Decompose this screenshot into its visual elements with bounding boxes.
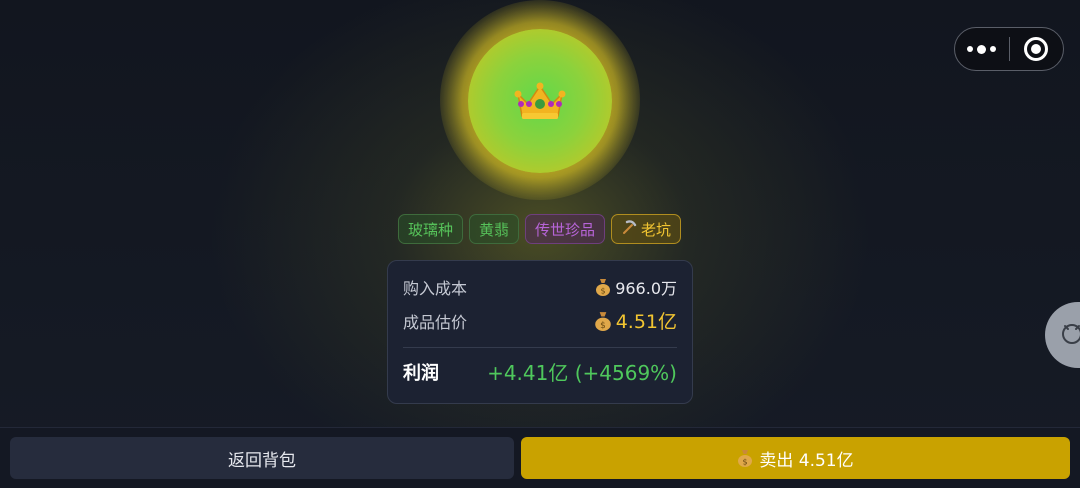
dot-icon xyxy=(977,44,987,54)
tag-rarity: 传世珍品 xyxy=(525,214,606,244)
svg-text:$: $ xyxy=(743,458,748,467)
money-bag-icon: $ xyxy=(594,311,612,331)
dot-icon xyxy=(967,46,974,52)
profit-value: +4.41亿 (+4569%) xyxy=(487,361,677,385)
tag-label: 玻璃种 xyxy=(408,220,454,239)
tag-origin: 老坑 xyxy=(611,214,682,244)
crown-icon xyxy=(514,80,566,122)
item-tags: 玻璃种 黄翡 传世珍品 老坑 xyxy=(398,214,682,244)
cost-value: 966.0万 xyxy=(615,279,677,298)
estimate-row: 成品估价 $ 4.51亿 xyxy=(403,307,677,334)
profit-label: 利润 xyxy=(403,362,439,384)
tag-label: 传世珍品 xyxy=(535,220,596,239)
estimate-value-group: $ 4.51亿 xyxy=(594,307,677,334)
profit-row: 利润 +4.41亿 (+4569%) xyxy=(403,357,677,386)
more-options-button[interactable] xyxy=(955,28,1009,70)
sell-button[interactable]: $ 卖出 4.51亿 xyxy=(521,437,1070,479)
money-bag-icon: $ xyxy=(737,449,753,467)
estimate-label: 成品估价 xyxy=(403,312,468,332)
money-bag-icon: $ xyxy=(595,278,611,296)
tag-label: 老坑 xyxy=(641,220,672,239)
assistant-icon xyxy=(1059,320,1080,350)
tag-color: 黄翡 xyxy=(469,214,520,244)
tag-texture: 玻璃种 xyxy=(398,214,464,244)
svg-text:$: $ xyxy=(600,321,606,331)
pickaxe-icon xyxy=(621,219,637,239)
close-miniprogram-button[interactable] xyxy=(1009,28,1063,70)
item-orb xyxy=(468,29,612,173)
bottom-action-bar: 返回背包 $ 卖出 4.51亿 xyxy=(0,427,1080,488)
sell-button-label: 卖出 4.51亿 xyxy=(759,450,854,471)
cost-row: 购入成本 $ 966.0万 xyxy=(403,275,677,299)
cost-label: 购入成本 xyxy=(403,279,468,298)
mini-program-capsule xyxy=(954,27,1064,71)
back-to-bag-button[interactable]: 返回背包 xyxy=(10,437,514,479)
card-divider xyxy=(403,347,677,348)
svg-text:$: $ xyxy=(601,287,606,296)
tag-label: 黄翡 xyxy=(479,220,510,239)
cost-value-group: $ 966.0万 xyxy=(595,275,677,299)
back-button-label: 返回背包 xyxy=(228,450,296,471)
estimate-value: 4.51亿 xyxy=(615,311,677,333)
dot-icon xyxy=(990,46,997,52)
value-card: 购入成本 $ 966.0万 成品估价 $ 4.51亿 利润 +4.41亿 (+4… xyxy=(387,260,693,404)
target-icon xyxy=(1024,37,1049,61)
